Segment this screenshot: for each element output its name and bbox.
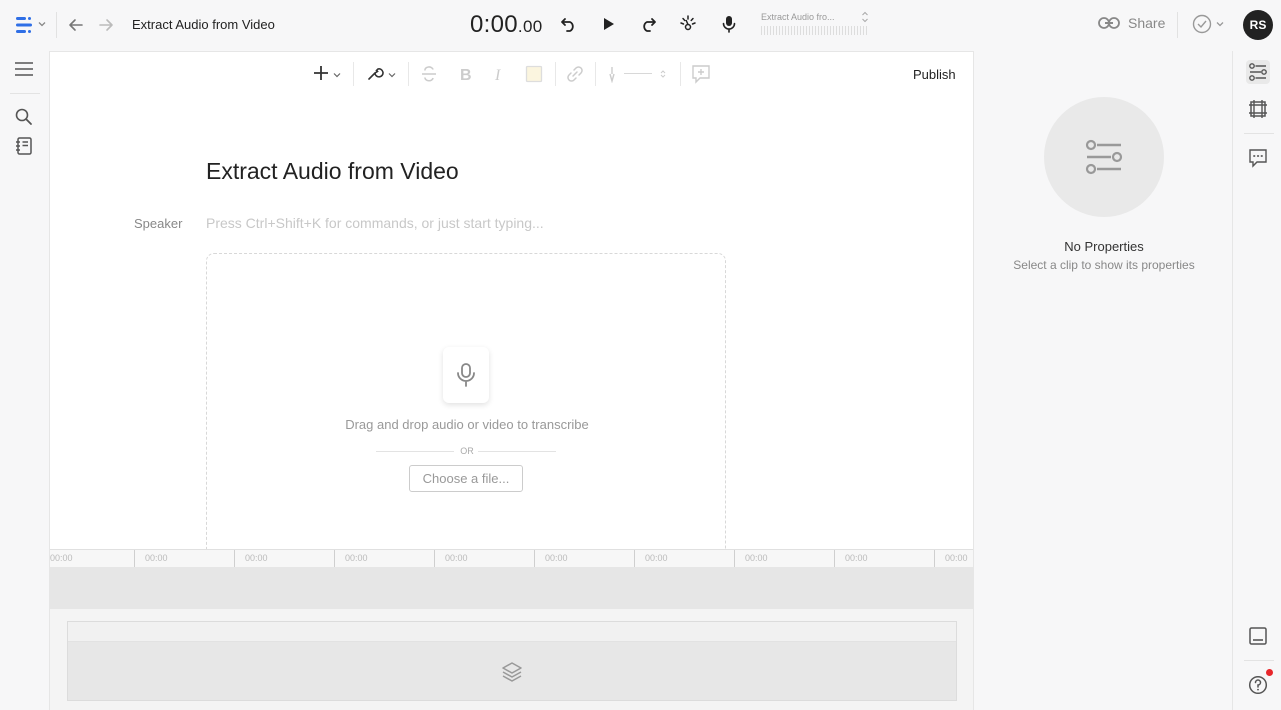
timeline-tick: 00:00 — [434, 550, 468, 568]
mini-waveform[interactable] — [761, 26, 869, 35]
skip-forward-icon[interactable] — [638, 14, 658, 34]
menu-icon[interactable] — [14, 59, 34, 79]
mini-track-chevron-icon[interactable] — [861, 11, 869, 23]
svg-text:I: I — [494, 67, 501, 83]
clip-track-header — [68, 622, 956, 642]
no-properties-subtitle: Select a clip to show its properties — [1013, 258, 1195, 272]
line-style-icon[interactable] — [605, 65, 619, 83]
add-comment-icon[interactable] — [691, 64, 711, 84]
timeline-tick: 00:00 — [234, 550, 268, 568]
microphone-icon[interactable] — [719, 14, 739, 34]
mini-track-title[interactable]: Extract Audio fro... — [761, 12, 835, 22]
highlight-color-icon[interactable] — [525, 65, 543, 83]
chevron-down-icon[interactable] — [38, 20, 46, 28]
choose-file-button[interactable]: Choose a file... — [409, 465, 523, 492]
avatar[interactable]: RS — [1243, 10, 1273, 40]
divider — [595, 62, 596, 86]
clip-track[interactable] — [67, 621, 957, 701]
chevron-down-icon[interactable] — [333, 71, 341, 79]
divider — [56, 12, 57, 38]
notebook-icon[interactable] — [14, 136, 34, 156]
stepper-icon[interactable] — [660, 69, 666, 79]
divider — [10, 93, 40, 94]
divider — [353, 62, 354, 86]
divider — [680, 62, 681, 86]
top-bar: Extract Audio from Video 0:00.00 Extract… — [0, 0, 1281, 50]
document-title[interactable]: Extract Audio from Video — [132, 17, 275, 32]
italic-icon[interactable]: I — [490, 65, 508, 83]
bold-icon[interactable]: B — [456, 65, 474, 83]
strikethrough-icon[interactable] — [420, 65, 438, 83]
timeline-tick: 00:00 — [734, 550, 768, 568]
layers-icon — [500, 660, 524, 684]
editor-panel: B I Publish Extract Audio from Video Spe… — [49, 51, 974, 710]
divider — [1244, 660, 1274, 661]
divider — [555, 62, 556, 86]
line-style-preview[interactable] — [624, 73, 652, 74]
sliders-icon — [1044, 97, 1164, 217]
timeline-ruler[interactable]: 00:00 00:00 00:00 00:00 00:00 00:00 00:0… — [50, 549, 974, 568]
search-icon[interactable] — [14, 107, 34, 127]
help-icon[interactable] — [1246, 673, 1270, 697]
chevron-down-icon[interactable] — [1216, 20, 1224, 28]
share-label: Share — [1128, 15, 1166, 31]
media-dropzone[interactable]: Drag and drop audio or video to transcri… — [206, 253, 726, 553]
forward-arrow-icon[interactable] — [96, 15, 116, 35]
timeline-tick: 00:00 — [834, 550, 868, 568]
divider — [1177, 12, 1178, 38]
timeline-tick: 00:00 — [334, 550, 368, 568]
check-circle-icon[interactable] — [1192, 14, 1212, 34]
add-icon[interactable] — [312, 64, 330, 82]
chevron-down-icon[interactable] — [388, 71, 396, 79]
film-frame-icon[interactable] — [1246, 97, 1270, 121]
timeline-tick: 00:00 — [534, 550, 568, 568]
divider — [408, 62, 409, 86]
page-title[interactable]: Extract Audio from Video — [206, 158, 459, 185]
skip-back-icon[interactable] — [559, 14, 579, 34]
publish-button[interactable]: Publish — [913, 67, 956, 82]
notification-badge — [1266, 669, 1273, 676]
properties-panel: No Properties Select a clip to show its … — [973, 51, 1233, 710]
app-logo-icon[interactable] — [14, 14, 36, 36]
playback-speed-icon[interactable] — [678, 14, 698, 34]
link-icon[interactable] — [566, 65, 584, 83]
share-button[interactable]: Share — [1098, 15, 1165, 31]
timeline-tick: 00:00 — [934, 550, 968, 568]
svg-text:B: B — [460, 67, 472, 83]
or-label: OR — [460, 446, 474, 456]
play-icon[interactable] — [598, 14, 618, 34]
timeline-track[interactable] — [50, 567, 974, 609]
dropzone-instruction: Drag and drop audio or video to transcri… — [345, 417, 589, 432]
timeline-tick: 00:00 — [634, 550, 668, 568]
timeline-tick: 00:00 — [134, 550, 168, 568]
comments-icon[interactable] — [1246, 146, 1270, 170]
divider — [478, 451, 556, 452]
timeline-lower-area — [50, 609, 974, 710]
microphone-icon — [443, 347, 489, 403]
panel-bottom-icon[interactable] — [1246, 624, 1270, 648]
timecode-display: 0:00.00 — [470, 11, 542, 39]
properties-toggle-icon[interactable] — [1246, 60, 1270, 84]
no-properties-title: No Properties — [1064, 239, 1144, 254]
back-arrow-icon[interactable] — [66, 15, 86, 35]
timecode-main: 0:00 — [470, 11, 518, 38]
link-icon — [1098, 16, 1120, 30]
timecode-fraction: .00 — [517, 17, 543, 36]
speaker-label[interactable]: Speaker — [134, 216, 182, 231]
divider — [1244, 133, 1274, 134]
editor-placeholder[interactable]: Press Ctrl+Shift+K for commands, or just… — [206, 215, 544, 231]
timeline-tick: 00:00 — [50, 553, 73, 563]
wrench-icon[interactable] — [366, 64, 384, 82]
